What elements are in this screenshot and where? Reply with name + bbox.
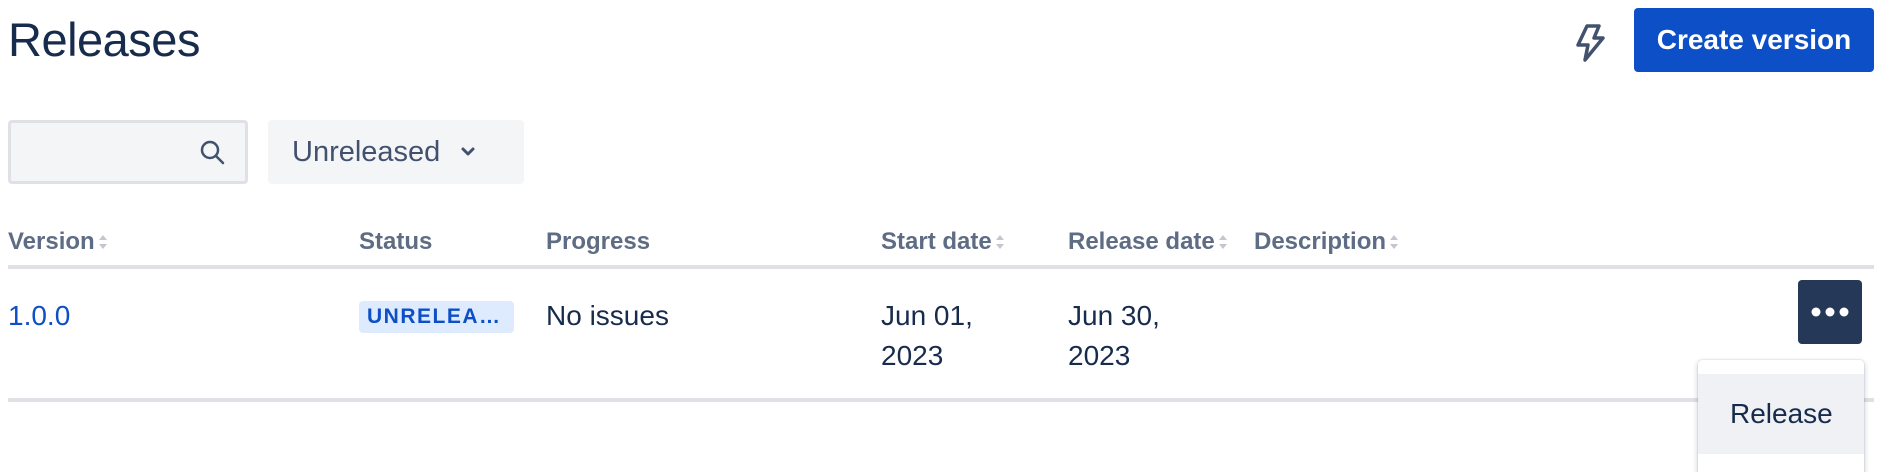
progress-cell: No issues xyxy=(546,300,669,331)
column-header-version[interactable]: Version xyxy=(8,224,108,260)
more-icon xyxy=(1811,307,1849,317)
table-header-divider xyxy=(8,265,1874,269)
actions-menu: Release xyxy=(1698,360,1864,472)
status-filter-label: Unreleased xyxy=(292,135,441,168)
column-header-label: Progress xyxy=(546,228,651,255)
start-date-line: Jun 01, xyxy=(881,300,973,331)
create-version-button[interactable]: Create version xyxy=(1634,8,1874,72)
column-header-label: Description xyxy=(1254,228,1387,255)
column-header-start-date[interactable]: Start date xyxy=(881,224,1005,260)
releases-page: Releases Create version Unreleased Versi… xyxy=(0,0,1890,472)
start-date-year: 2023 xyxy=(881,340,944,371)
sort-icon xyxy=(995,235,1004,249)
release-date-line: Jun 30, xyxy=(1068,300,1160,331)
version-cell: 1.0.0 xyxy=(8,296,70,336)
column-header-progress: Progress xyxy=(546,224,650,260)
table-row-divider xyxy=(8,398,1874,402)
column-header-label: Release date xyxy=(1068,228,1215,255)
column-header-release-date[interactable]: Release date xyxy=(1068,224,1228,260)
column-header-label: Version xyxy=(8,228,95,255)
column-header-label: Status xyxy=(359,228,433,255)
column-header-status: Status xyxy=(359,224,432,260)
version-link[interactable]: 1.0.0 xyxy=(8,300,70,331)
page-title: Releases xyxy=(8,13,200,66)
release-date-year: 2023 xyxy=(1068,340,1131,371)
sort-icon xyxy=(1390,235,1399,249)
chevron-down-icon xyxy=(461,147,475,156)
status-filter-dropdown[interactable]: Unreleased xyxy=(268,120,524,184)
status-badge: UNRELEASED xyxy=(359,301,514,333)
lightning-icon xyxy=(1576,24,1605,62)
search-input[interactable] xyxy=(19,131,203,175)
search-field[interactable] xyxy=(8,120,248,184)
menu-item-release[interactable]: Release xyxy=(1698,374,1864,454)
sort-icon xyxy=(1218,235,1227,249)
sort-icon xyxy=(98,235,107,249)
column-header-label: Start date xyxy=(881,228,992,255)
column-header-description[interactable]: Description xyxy=(1254,224,1399,260)
search-icon xyxy=(200,140,225,165)
start-date-cell: Jun 01, 2023 xyxy=(881,296,973,376)
automation-button[interactable] xyxy=(1562,16,1616,70)
release-date-cell: Jun 30, 2023 xyxy=(1068,296,1160,376)
more-actions-button[interactable] xyxy=(1798,280,1862,344)
